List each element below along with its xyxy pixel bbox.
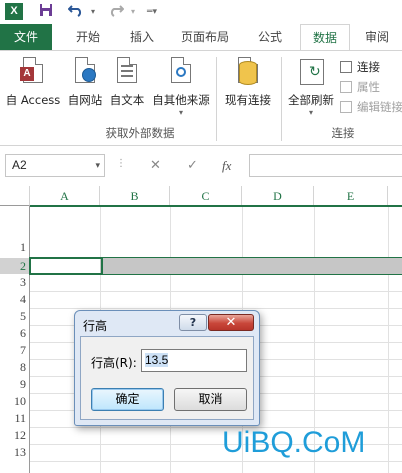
gridline (30, 291, 402, 292)
redo-icon[interactable] (106, 3, 126, 21)
gridline (30, 461, 402, 462)
customize-qat-icon[interactable]: ═▾ (146, 3, 158, 21)
redo-dropdown-icon[interactable]: ▾ (128, 3, 138, 21)
undo-dropdown-icon[interactable]: ▾ (88, 3, 98, 21)
group-label-get-external: 获取外部数据 (105, 126, 175, 140)
row-header-1[interactable]: 1 (0, 206, 30, 258)
properties-icon (340, 81, 352, 93)
column-header-e[interactable]: E (314, 186, 388, 206)
edit-links-button[interactable]: 编辑链接 (339, 97, 402, 117)
select-all-corner[interactable] (0, 186, 30, 206)
excel-logo-icon: X (5, 3, 23, 20)
resize-handle-icon[interactable]: ⋮ (116, 158, 126, 169)
gridline (30, 308, 402, 309)
watermark: UiBQ.CoM (222, 426, 366, 459)
gridline (388, 206, 389, 473)
row-header-12[interactable]: 12 (0, 427, 30, 444)
row-header-6[interactable]: 6 (0, 325, 30, 342)
other-sources-icon (166, 55, 196, 89)
chevron-down-icon[interactable]: ▾ (95, 155, 100, 176)
help-button[interactable]: ? (179, 314, 207, 331)
ribbon-tabs: 文件 开始 插入 页面布局 公式 数据 审阅 (0, 24, 402, 51)
row-height-label: 行高(R): (91, 356, 137, 370)
refresh-all-button[interactable]: 全部刷新 ▾ (284, 55, 338, 117)
insert-function-icon[interactable]: fx (222, 154, 231, 177)
row-header-2[interactable]: 2 (0, 258, 30, 274)
access-icon: A (18, 55, 48, 89)
row-header-11[interactable]: 11 (0, 410, 30, 427)
tab-page-layout[interactable]: 页面布局 (172, 24, 238, 50)
from-text-button[interactable]: 自文本 (106, 55, 148, 108)
tab-review[interactable]: 审阅 (352, 24, 402, 50)
existing-connections-button[interactable]: 现有连接 (220, 55, 276, 108)
close-button[interactable]: ✕ (208, 314, 254, 331)
connections-small-buttons: 连接 属性 编辑链接 (339, 57, 402, 117)
row-height-input[interactable]: 13.5 (141, 349, 247, 372)
quick-access-toolbar: X ▾ ▾ ═▾ (0, 0, 402, 24)
ribbon-data: A 自 Access 自网站 自文本 自其他来源 ▾ 现有连接 获取外部数据 全… (0, 50, 402, 146)
row-selection-border (30, 205, 402, 207)
tab-insert[interactable]: 插入 (116, 24, 168, 50)
refresh-icon (296, 55, 326, 89)
row-header-3[interactable]: 3 (0, 274, 30, 291)
connections-icon (340, 61, 352, 73)
from-access-button[interactable]: A 自 Access (2, 55, 64, 108)
row-header-5[interactable]: 5 (0, 308, 30, 325)
row-height-dialog: 行高 ? ✕ 行高(R): 13.5 确定 取消 (74, 310, 260, 426)
group-divider (281, 57, 282, 141)
from-other-sources-button[interactable]: 自其他来源 ▾ (149, 55, 213, 117)
save-icon[interactable] (38, 3, 54, 21)
formula-bar: A2 ▾ ⋮ ✕ ✓ fx (0, 146, 402, 186)
column-header-d[interactable]: D (242, 186, 314, 206)
row-header-8[interactable]: 8 (0, 359, 30, 376)
active-cell[interactable] (29, 257, 103, 275)
dialog-body: 行高(R): 13.5 确定 取消 (80, 336, 254, 420)
row-header-4[interactable]: 4 (0, 291, 30, 308)
column-header-c[interactable]: C (170, 186, 242, 206)
ok-button[interactable]: 确定 (91, 388, 164, 411)
web-icon (70, 55, 100, 89)
properties-button[interactable]: 属性 (339, 77, 402, 97)
chevron-down-icon: ▾ (308, 108, 313, 117)
row-header-10[interactable]: 10 (0, 393, 30, 410)
name-box[interactable]: A2 ▾ (5, 154, 105, 177)
text-file-icon (112, 55, 142, 89)
from-web-button[interactable]: 自网站 (64, 55, 106, 108)
existing-connections-icon (233, 55, 263, 89)
connections-button[interactable]: 连接 (339, 57, 402, 77)
tab-data[interactable]: 数据 (300, 24, 350, 51)
enter-icon[interactable]: ✓ (187, 154, 198, 177)
dialog-title: 行高 (83, 319, 108, 333)
cancel-icon[interactable]: ✕ (150, 154, 161, 177)
row-header-13[interactable]: 13 (0, 444, 30, 461)
tab-file[interactable]: 文件 (0, 24, 52, 50)
tab-home[interactable]: 开始 (62, 24, 114, 50)
row-header-7[interactable]: 7 (0, 342, 30, 359)
formula-input[interactable] (249, 154, 402, 177)
edit-links-icon (340, 101, 352, 113)
tab-formulas[interactable]: 公式 (244, 24, 296, 50)
chevron-down-icon: ▾ (178, 108, 183, 117)
column-header-b[interactable]: B (100, 186, 170, 206)
cancel-button[interactable]: 取消 (174, 388, 247, 411)
row-header-9[interactable]: 9 (0, 376, 30, 393)
group-label-connections: 连接 (331, 126, 355, 140)
row-header-14[interactable] (0, 461, 30, 473)
column-header-a[interactable]: A (30, 186, 100, 206)
undo-icon[interactable] (66, 3, 86, 21)
column-header-f[interactable] (388, 186, 402, 206)
